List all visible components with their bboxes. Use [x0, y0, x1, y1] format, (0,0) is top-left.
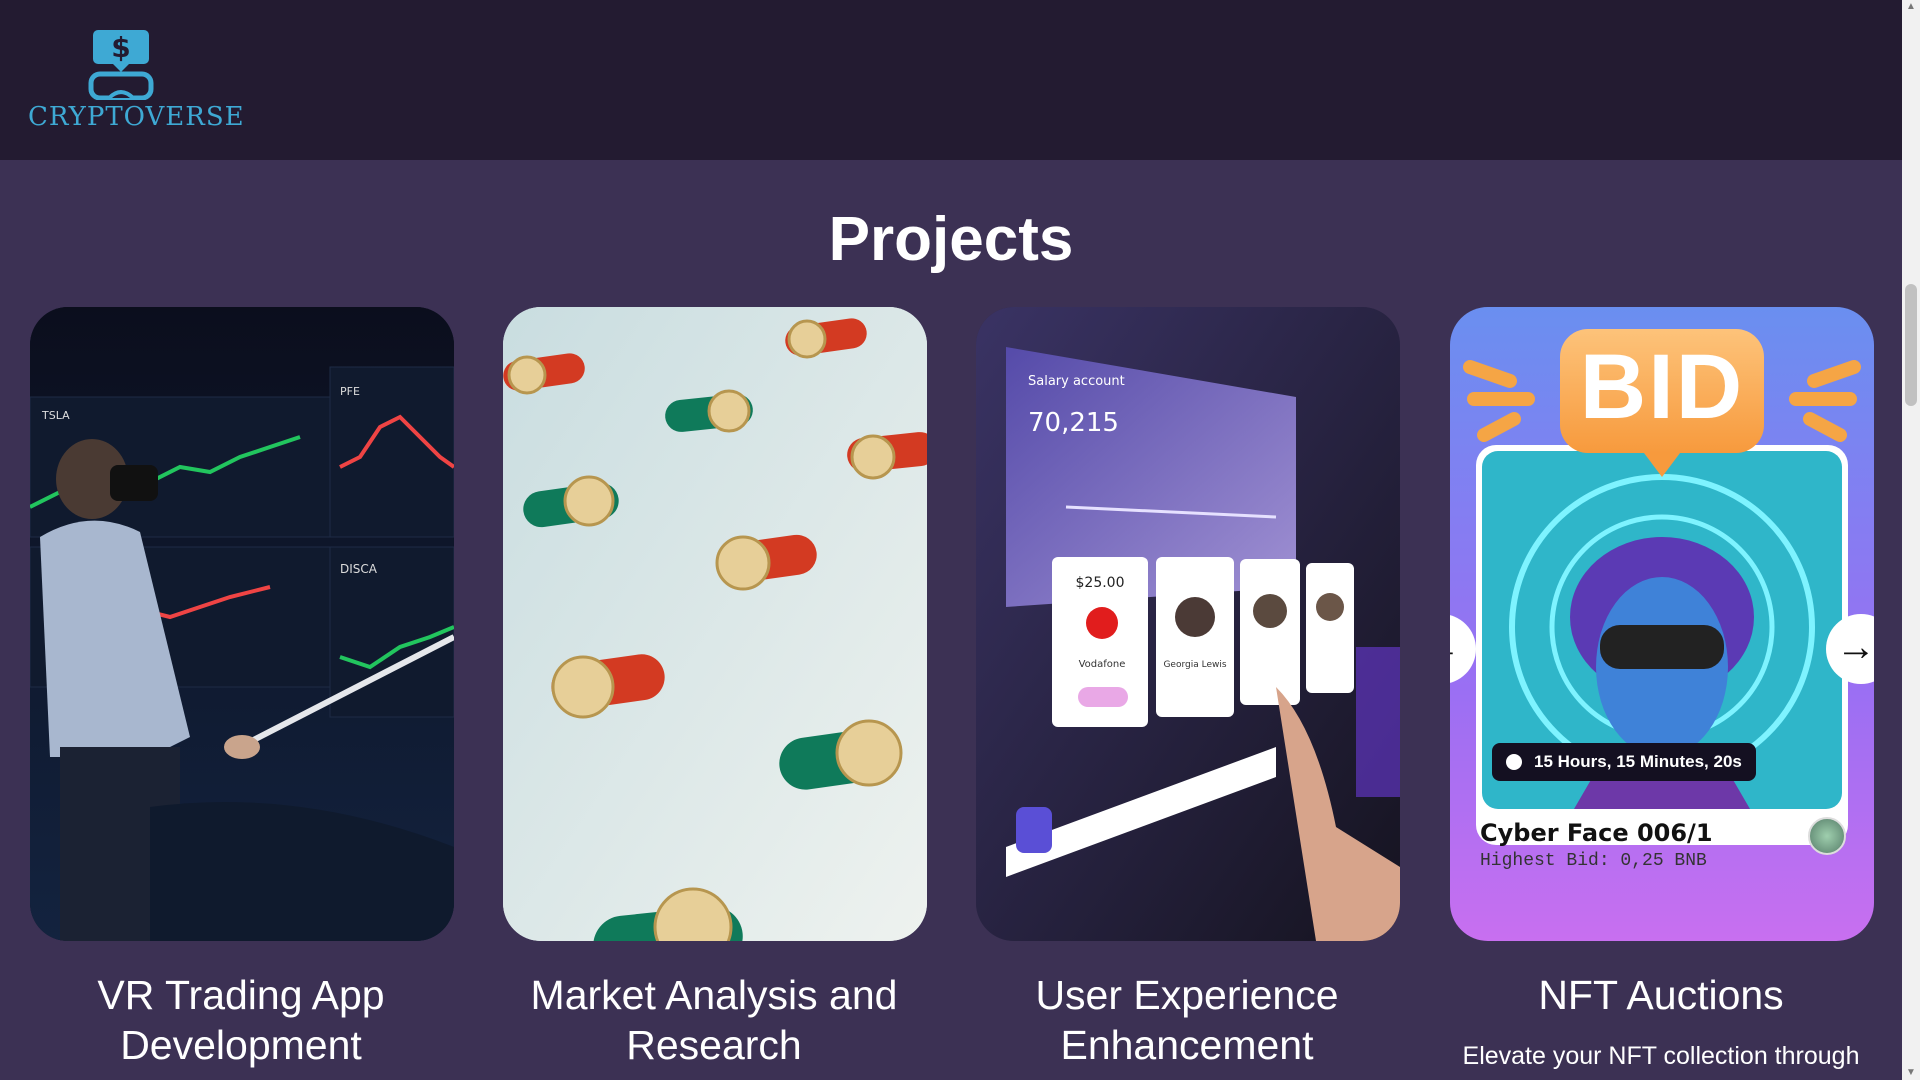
project-description-nft: Elevate your NFT collection through [1462, 1042, 1860, 1070]
bid-badge: BID [1560, 329, 1764, 453]
clock-icon [1506, 754, 1522, 770]
project-title-ux: User Experience Enhancement [1035, 972, 1339, 1068]
brand-logo[interactable]: $ CRYPTOVERSE [28, 28, 245, 136]
project-card-image-nft[interactable]: BID 15 Hours, 15 Minutes, 20s Cyber Face… [1450, 307, 1874, 941]
section-title: Projects [828, 205, 1074, 274]
project-title-vr-trading: VR Trading App Development [97, 972, 385, 1068]
bid-badge-text: BID [1579, 336, 1745, 438]
project-card-image-market-analysis[interactable] [503, 307, 927, 941]
page-scrollbar[interactable]: ▲ ▼ [1902, 0, 1920, 1080]
banking-ui-image: Salary account 70,215 $25.00 Vodafone Ge… [976, 307, 1400, 941]
creator-avatar [1808, 817, 1846, 855]
vr-trading-image: TSLA PFE DISCA [30, 307, 454, 941]
chart-label-disca: DISCA [340, 562, 378, 576]
nft-highest-bid: Highest Bid: 0,25 BNB [1480, 851, 1707, 871]
arrow-right-icon: → [1836, 625, 1874, 669]
chart-label-pfe: PFE [340, 385, 360, 398]
nft-name: Cyber Face 006/1 [1480, 819, 1713, 847]
scroll-thumb[interactable] [1905, 284, 1917, 406]
scroll-up-icon[interactable]: ▲ [1902, 0, 1920, 14]
project-card-image-ux[interactable]: Salary account 70,215 $25.00 Vodafone Ge… [976, 307, 1400, 941]
auction-timer-text: 15 Hours, 15 Minutes, 20s [1534, 752, 1742, 771]
ux-balance: 70,215 [1028, 408, 1119, 438]
ux-account-label: Salary account [1028, 374, 1125, 389]
svg-text:$: $ [111, 31, 130, 64]
arrow-left-icon: ← [1450, 625, 1461, 669]
scroll-down-icon[interactable]: ▼ [1902, 1066, 1920, 1080]
coin-toggles-image [503, 307, 927, 941]
ux-payee: Vodafone [1079, 659, 1126, 670]
chart-label-tsla: TSLA [41, 409, 70, 422]
project-card-image-vr-trading[interactable]: TSLA PFE DISCA [30, 307, 454, 941]
ux-contact: Georgia Lewis [1163, 660, 1226, 670]
site-header: $ CRYPTOVERSE [0, 0, 1902, 160]
brand-name: CRYPTOVERSE [28, 102, 245, 132]
auction-timer: 15 Hours, 15 Minutes, 20s [1492, 743, 1756, 781]
project-title-nft: NFT Auctions [1538, 972, 1784, 1018]
dollar-vr-headset-icon: $ [88, 30, 154, 100]
project-title-market-analysis: Market Analysis and Research [530, 972, 898, 1068]
ux-pay-amount: $25.00 [1076, 575, 1125, 591]
